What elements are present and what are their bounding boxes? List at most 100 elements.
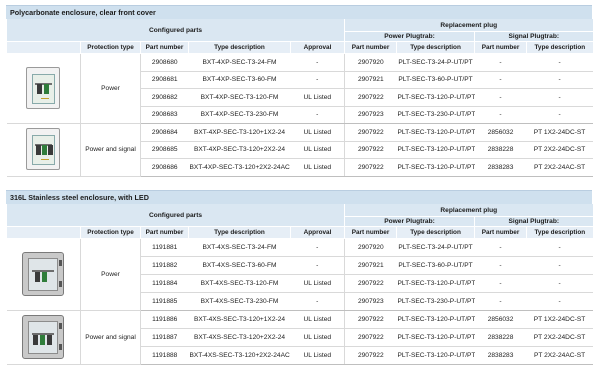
signal-type-cell: PT 1X2-24DC-ST	[526, 310, 593, 329]
column-header: Type description	[188, 226, 291, 239]
signal-type-cell: -	[526, 238, 593, 257]
approval-cell: -	[290, 238, 345, 257]
enclosure-image	[6, 310, 81, 365]
approval-cell: UL Listed	[290, 274, 345, 293]
signal-part-number-cell: 2838283	[474, 158, 527, 177]
power-type-cell: PLT-SEC-T3-120-P-UT/PT	[396, 328, 475, 347]
signal-part-number-cell: -	[474, 53, 527, 72]
part-number-cell: 2908683	[140, 106, 189, 124]
signal-type-cell: PT 2X2-24DC-ST	[526, 141, 593, 159]
stainless-steel-table: Configured parts Replacement plug Power …	[5, 204, 593, 365]
signal-type-cell: PT 2X2-24AC-ST	[526, 346, 593, 365]
column-header: Part number	[474, 226, 527, 239]
power-type-cell: PLT-SEC-T3-230-P-UT/PT	[396, 292, 475, 311]
type-description-cell: BXT-4XP-SEC-T3-230-FM	[188, 106, 291, 124]
type-description-cell: BXT-4XS-SEC-T3-230-FM	[188, 292, 291, 311]
section-title: 316L Stainless steel enclosure, with LED	[6, 190, 592, 204]
power-part-number-cell: 2907922	[344, 346, 397, 365]
column-header: Part number	[344, 41, 397, 54]
approval-cell: UL Listed	[290, 328, 345, 347]
enclosure-image	[6, 238, 81, 311]
protection-type-cell: Power and signal	[80, 310, 141, 365]
power-type-cell: PLT-SEC-T3-60-P-UT/PT	[396, 71, 475, 89]
signal-part-number-cell: -	[474, 274, 527, 293]
column-header: Approval	[289, 41, 345, 54]
signal-part-number-cell: 2838283	[474, 346, 527, 365]
signal-part-number-cell: 2838228	[474, 141, 527, 159]
enclosure-image	[6, 53, 81, 124]
type-description-cell: BXT-4XS-SEC-T3-120+1X2-24	[188, 310, 291, 329]
column-header: Part number	[140, 41, 189, 54]
power-part-number-cell: 2907922	[344, 123, 397, 142]
power-part-number-cell: 2907922	[344, 158, 397, 177]
approval-cell: UL Listed	[290, 310, 345, 329]
power-plugtrab-header: Power Plugtrab:	[344, 216, 475, 227]
enclosure-image	[6, 123, 81, 177]
signal-type-cell: -	[526, 53, 593, 72]
polycarbonate-table: Configured parts Replacement plug Power …	[5, 19, 593, 177]
power-type-cell: PLT-SEC-T3-120-P-UT/PT	[396, 158, 475, 177]
power-type-cell: PLT-SEC-T3-24-P-UT/PT	[396, 53, 475, 72]
approval-cell: UL Listed	[290, 88, 345, 107]
signal-type-cell: PT 2X2-24DC-ST	[526, 328, 593, 347]
approval-cell: UL Listed	[290, 123, 345, 142]
signal-part-number-cell: 2838228	[474, 328, 527, 347]
column-header-row: Protection type Part number Type descrip…	[6, 41, 593, 54]
column-header: Protection type	[80, 41, 141, 54]
type-description-cell: BXT-4XP-SEC-T3-24-FM	[188, 53, 291, 72]
signal-type-cell: -	[526, 106, 593, 124]
column-header: Type description	[188, 41, 291, 54]
part-number-cell: 2908686	[140, 158, 189, 177]
power-part-number-cell: 2907920	[344, 53, 397, 72]
stainless-steel-enclosure-icon	[22, 314, 65, 359]
polycarbonate-section: Polycarbonate enclosure, clear front cov…	[5, 5, 593, 177]
part-number-cell: 1191881	[140, 238, 189, 257]
signal-part-number-cell: 2856032	[474, 123, 527, 142]
type-description-cell: BXT-4XP-SEC-T3-120+1X2-24	[188, 123, 291, 142]
type-description-cell: BXT-4XS-SEC-T3-24-FM	[188, 238, 291, 257]
part-number-cell: 2908685	[140, 141, 189, 159]
column-header: Protection type	[80, 226, 141, 239]
power-type-cell: PLT-SEC-T3-230-P-UT/PT	[396, 106, 475, 124]
part-number-cell: 2908680	[140, 53, 189, 72]
column-header: Part number	[344, 226, 397, 239]
part-number-cell: 1191882	[140, 256, 189, 275]
power-part-number-cell: 2907922	[344, 328, 397, 347]
power-type-cell: PLT-SEC-T3-24-P-UT/PT	[396, 238, 475, 257]
column-header-row: Protection type Part number Type descrip…	[6, 226, 593, 239]
signal-part-number-cell: -	[474, 256, 527, 275]
signal-type-cell: -	[526, 274, 593, 293]
type-description-cell: BXT-4XP-SEC-T3-120-FM	[188, 88, 291, 107]
signal-part-number-cell: -	[474, 292, 527, 311]
power-type-cell: PLT-SEC-T3-120-P-UT/PT	[396, 123, 475, 142]
column-header: Part number	[474, 41, 527, 54]
approval-cell: -	[290, 71, 345, 89]
signal-part-number-cell: -	[474, 238, 527, 257]
table-row: Power and signal 2908684 BXT-4XP-SEC-T3-…	[6, 123, 593, 177]
image-column-header	[6, 226, 81, 239]
part-number-cell: 2908682	[140, 88, 189, 107]
signal-type-cell: -	[526, 256, 593, 275]
power-type-cell: PLT-SEC-T3-60-P-UT/PT	[396, 256, 475, 275]
part-number-cell: 1191888	[140, 346, 189, 365]
protection-type-cell: Power	[80, 53, 141, 124]
column-header: Type description	[396, 226, 475, 239]
type-description-cell: BXT-4XS-SEC-T3-120-FM	[188, 274, 291, 293]
type-description-cell: BXT-4XS-SEC-T3-60-FM	[188, 256, 291, 275]
stainless-steel-section: 316L Stainless steel enclosure, with LED…	[5, 190, 593, 365]
part-number-cell: 1191886	[140, 310, 189, 329]
replacement-plug-header: Replacement plug	[344, 19, 593, 32]
signal-plugtrab-header: Signal Plugtrab:	[474, 216, 593, 227]
power-part-number-cell: 2907920	[344, 238, 397, 257]
stainless-steel-enclosure-icon	[22, 251, 65, 296]
signal-part-number-cell: 2856032	[474, 310, 527, 329]
type-description-cell: BXT-4XS-SEC-T3-120+2X2-24AC	[188, 346, 291, 365]
type-description-cell: BXT-4XP-SEC-T3-120+2X2-24AC	[188, 158, 291, 177]
column-header: Type description	[396, 41, 475, 54]
power-type-cell: PLT-SEC-T3-120-P-UT/PT	[396, 88, 475, 107]
power-part-number-cell: 2907922	[344, 274, 397, 293]
column-header: Type description	[526, 226, 593, 239]
power-type-cell: PLT-SEC-T3-120-P-UT/PT	[396, 346, 475, 365]
product-table-page: Polycarbonate enclosure, clear front cov…	[0, 0, 600, 380]
table-row: Power 1191881 BXT-4XS-SEC-T3-24-FM - 290…	[6, 238, 593, 311]
